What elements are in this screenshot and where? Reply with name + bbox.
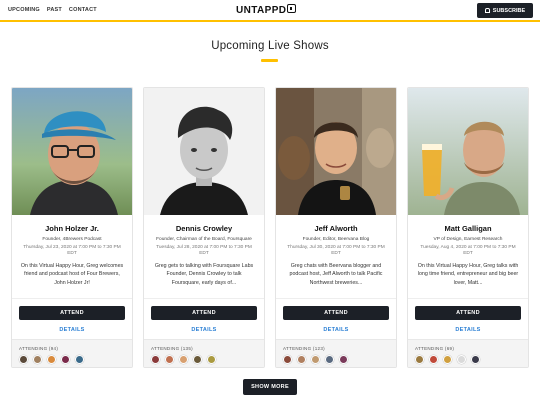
avatar[interactable] [207,355,216,364]
guest-photo [276,88,396,215]
attendee-avatars [415,355,480,364]
avatar[interactable] [297,355,306,364]
show-datetime: Tuesday, Aug 4, 2020 at 7:00 PM to 7:30 … [420,245,516,256]
attend-button[interactable]: ATTEND [415,306,521,320]
guest-name: Jeff Alworth [314,224,358,233]
untappd-mug-icon [287,4,297,13]
show-datetime: Thursday, Jul 23, 2020 at 7:00 PM to 7:3… [23,245,121,256]
avatar[interactable] [151,355,160,364]
details-link[interactable]: DETAILS [144,327,264,333]
avatar[interactable] [443,355,452,364]
attending-count: ATTENDING (123) [283,346,325,351]
show-card: Jeff Alworth Founder, Editor, Beervana B… [275,87,397,368]
show-card: Dennis Crowley Founder, Chairman of the … [143,87,265,368]
logo-text: UNTAPPD [236,5,287,16]
subscribe-label: SUBSCRIBE [492,7,526,14]
top-bar: UPCOMING PAST CONTACT UNTAPPD SUBSCRIBE [0,0,540,22]
guest-name: John Holzer Jr. [45,224,99,233]
avatar[interactable] [165,355,174,364]
untappd-logo[interactable]: UNTAPPD [236,4,297,16]
divider [408,298,528,299]
page-title: Upcoming Live Shows [211,40,329,52]
avatar[interactable] [415,355,424,364]
divider [144,298,264,299]
divider [276,298,396,299]
main-nav: UPCOMING PAST CONTACT [8,7,97,13]
nav-contact[interactable]: CONTACT [69,7,97,13]
show-description: On this Virtual Happy Hour, Greg talks w… [417,263,519,286]
guest-role: VP of Design, Earnest Research [433,237,503,242]
attending-section: ATTENDING (69) [408,339,528,367]
avatar[interactable] [457,355,466,364]
attendee-avatars [19,355,84,364]
avatar[interactable] [19,355,28,364]
avatar[interactable] [311,355,320,364]
bell-icon [484,8,490,13]
attending-section: ATTENDING (135) [144,339,264,367]
attending-count: ATTENDING (94) [19,346,59,351]
show-description: Greg chats with Beervana blogger and pod… [289,263,383,286]
guest-photo [144,88,264,215]
avatar[interactable] [283,355,292,364]
attending-section: ATTENDING (123) [276,339,396,367]
subscribe-button[interactable]: SUBSCRIBE [477,3,533,18]
show-more-button[interactable]: SHOW MORE [243,379,297,395]
attending-count: ATTENDING (135) [151,346,193,351]
avatar[interactable] [61,355,70,364]
guest-name: Dennis Crowley [175,224,233,233]
show-card: John Holzer Jr. Founder, 4Brewers Podcas… [11,87,133,368]
guest-role: Founder, 4Brewers Podcast [42,237,102,242]
attending-count: ATTENDING (69) [415,346,455,351]
details-link[interactable]: DETAILS [12,327,132,333]
details-link[interactable]: DETAILS [276,327,396,333]
guest-photo [12,88,132,215]
avatar[interactable] [75,355,84,364]
avatar[interactable] [33,355,42,364]
show-card: Matt Galligan VP of Design, Earnest Rese… [407,87,529,368]
attend-button[interactable]: ATTEND [283,306,389,320]
attend-button[interactable]: ATTEND [19,306,125,320]
divider [12,298,132,299]
avatar[interactable] [339,355,348,364]
avatar[interactable] [193,355,202,364]
nav-past[interactable]: PAST [47,7,62,13]
details-link[interactable]: DETAILS [408,327,528,333]
guest-photo [408,88,528,215]
show-description: Greg gets to talking with Foursquare Lab… [154,263,254,286]
guest-role: Founder, Editor, Beervana Blog [302,237,370,242]
show-description: On this Virtual Happy Hour, Greg welcome… [20,263,124,286]
guest-name: Matt Galligan [444,224,492,233]
avatar[interactable] [429,355,438,364]
avatar[interactable] [47,355,56,364]
avatar[interactable] [325,355,334,364]
attendee-avatars [283,355,348,364]
attending-section: ATTENDING (94) [12,339,132,367]
title-underline [261,59,278,62]
attend-button[interactable]: ATTEND [151,306,257,320]
show-datetime: Tuesday, Jul 28, 2020 at 7:00 PM to 7:30… [156,245,252,256]
nav-upcoming[interactable]: UPCOMING [8,7,40,13]
avatar[interactable] [179,355,188,364]
show-datetime: Thursday, Jul 30, 2020 at 7:00 PM to 7:3… [287,245,385,256]
avatar[interactable] [471,355,480,364]
attendee-avatars [151,355,216,364]
guest-role: Founder, Chairman of the Board, Foursqua… [156,237,252,242]
